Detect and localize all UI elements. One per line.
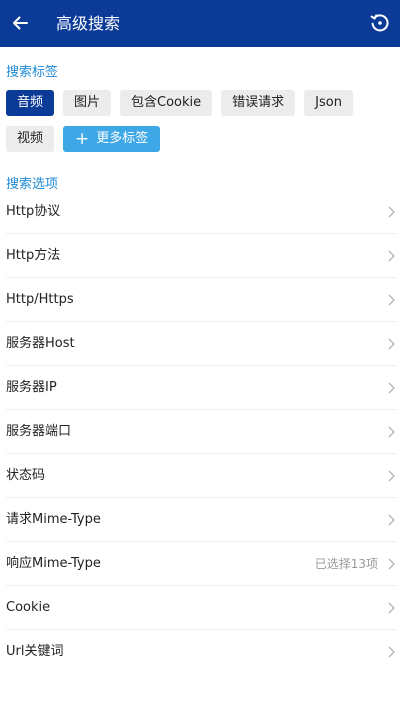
option-label: Cookie (6, 600, 51, 615)
option-label: Http方法 (6, 248, 61, 263)
tag-json[interactable]: Json (304, 90, 353, 116)
more-tags-label: 更多标签 (96, 131, 149, 146)
tags-section-title: 搜索标签 (6, 65, 59, 80)
option-http-https[interactable]: Http/Https (6, 278, 396, 322)
tag-list: 音频 图片 包含Cookie 错误请求 Json 视频 + 更多标签 (6, 90, 396, 152)
chevron-right-icon (388, 250, 395, 262)
option-url-keyword[interactable]: Url关键词 (6, 630, 396, 674)
option-request-mime-type[interactable]: 请求Mime-Type (6, 498, 396, 542)
chevron-right-icon (388, 602, 395, 614)
option-http-method[interactable]: Http方法 (6, 234, 396, 278)
chevron-right-icon (388, 470, 395, 482)
option-label: 服务器端口 (6, 424, 72, 439)
tag-error-request[interactable]: 错误请求 (221, 90, 296, 116)
more-tags-button[interactable]: + 更多标签 (63, 126, 161, 152)
option-label: Http/Https (6, 292, 74, 307)
tag-audio[interactable]: 音频 (6, 90, 55, 116)
chevron-right-icon (388, 338, 395, 350)
chevron-right-icon (388, 514, 395, 526)
option-label: 状态码 (6, 468, 46, 483)
option-label: Url关键词 (6, 644, 64, 659)
tag-video[interactable]: 视频 (6, 126, 55, 152)
option-label: 服务器IP (6, 380, 57, 395)
chevron-right-icon (388, 382, 395, 394)
page-title: 高级搜索 (56, 14, 121, 33)
app-bar: 高级搜索 (0, 0, 400, 47)
chevron-right-icon (388, 558, 395, 570)
tag-image[interactable]: 图片 (63, 90, 112, 116)
option-label: 响应Mime-Type (6, 556, 101, 571)
option-server-port[interactable]: 服务器端口 (6, 410, 396, 454)
option-label: Http协议 (6, 204, 61, 219)
plus-icon: + (75, 129, 90, 149)
chevron-right-icon (388, 426, 395, 438)
back-button[interactable] (6, 9, 34, 37)
arrow-left-icon (13, 16, 28, 30)
chevron-right-icon (388, 646, 395, 658)
history-reset-icon (370, 14, 389, 32)
option-status-code[interactable]: 状态码 (6, 454, 396, 498)
reset-button[interactable] (366, 9, 394, 37)
option-label: 服务器Host (6, 336, 75, 351)
option-selected-count: 已选择13项 (314, 557, 378, 571)
option-cookie[interactable]: Cookie (6, 586, 396, 630)
chevron-right-icon (388, 206, 395, 218)
tag-has-cookie[interactable]: 包含Cookie (120, 90, 213, 116)
option-response-mime-type[interactable]: 响应Mime-Type 已选择13项 (6, 542, 396, 586)
option-server-ip[interactable]: 服务器IP (6, 366, 396, 410)
option-http-protocol[interactable]: Http协议 (6, 190, 396, 234)
chevron-right-icon (388, 294, 395, 306)
option-label: 请求Mime-Type (6, 512, 101, 527)
search-options-list: Http协议 Http方法 Http/Https 服务器Host 服务器IP 服… (0, 190, 400, 674)
option-server-host[interactable]: 服务器Host (6, 322, 396, 366)
